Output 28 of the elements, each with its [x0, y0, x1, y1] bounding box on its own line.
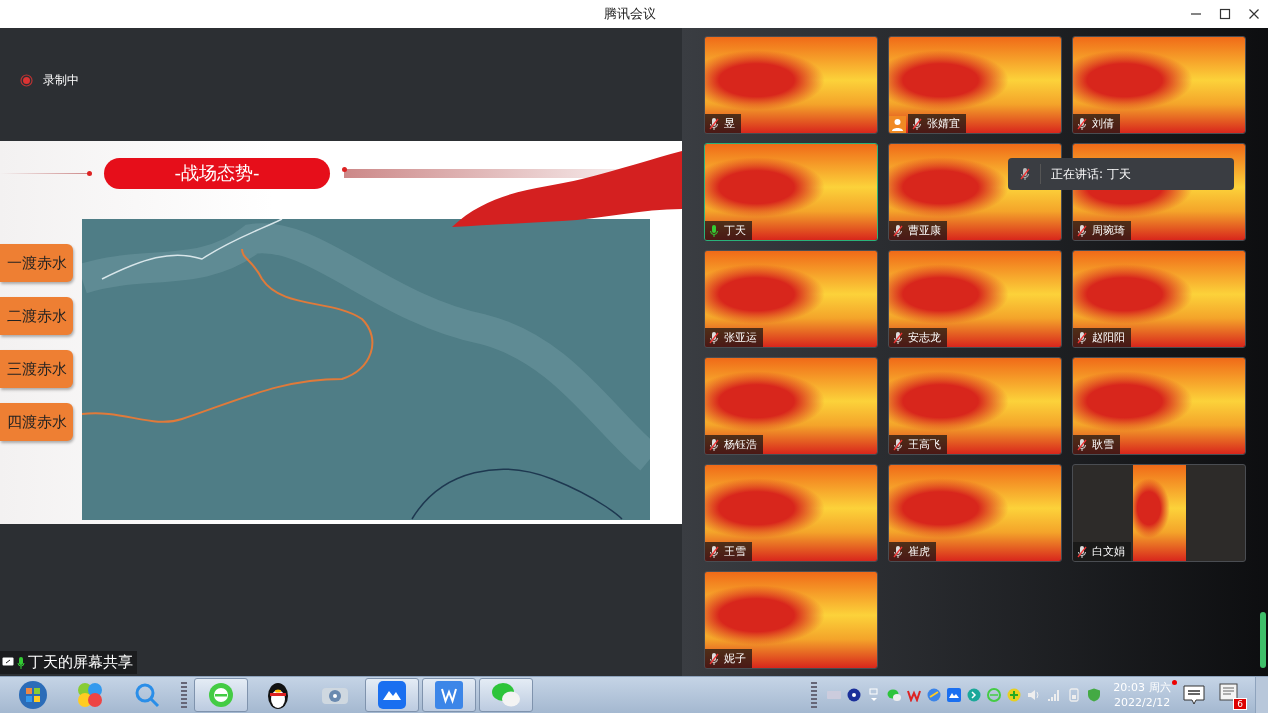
- participant-name: 耿雪: [1092, 437, 1114, 452]
- participant-name: 王雪: [724, 544, 746, 559]
- participant-name: 曹亚康: [908, 223, 941, 238]
- clock-time: 20:03: [1113, 680, 1145, 695]
- screen-share-label: 丁天的屏幕共享: [28, 653, 133, 672]
- clock-date: 2022/2/12: [1113, 695, 1171, 710]
- participant-name: 崔虎: [908, 544, 930, 559]
- participant-name: 昱: [724, 116, 735, 131]
- participant-name: 丁天: [724, 223, 746, 238]
- participant-name: 张婧宜: [927, 116, 960, 131]
- participant-name: 王高飞: [908, 437, 941, 452]
- participant-name: 安志龙: [908, 330, 941, 345]
- participant-name: 妮子: [724, 651, 746, 666]
- window-title: 腾讯会议: [604, 5, 656, 23]
- section-tag: 一渡赤水: [0, 244, 73, 282]
- section-tag: 三渡赤水: [0, 350, 73, 388]
- slide-title: -战场态势-: [104, 157, 330, 189]
- participant-name: 赵阳阳: [1092, 330, 1125, 345]
- participant-name: 杨钰浩: [724, 437, 757, 452]
- participant-name: 张亚运: [724, 330, 757, 345]
- participant-name: 白文娟: [1092, 544, 1125, 559]
- recording-label: 录制中: [43, 71, 79, 89]
- section-tag: 四渡赤水: [0, 403, 73, 441]
- section-tag: 二渡赤水: [0, 297, 73, 335]
- notification-count: 6: [1233, 698, 1247, 710]
- participant-name: 刘倩: [1092, 116, 1114, 131]
- clock-weekday: 周六: [1149, 680, 1171, 695]
- participant-name: 周琬琦: [1092, 223, 1125, 238]
